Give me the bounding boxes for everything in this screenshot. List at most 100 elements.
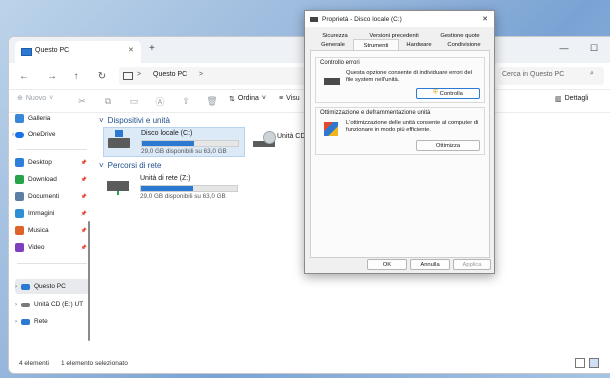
- monitor-icon: [21, 283, 30, 290]
- chevron-right-icon: ›: [15, 318, 17, 325]
- sidebar-item-rete[interactable]: › Rete: [15, 314, 89, 329]
- sidebar-item-onedrive[interactable]: › OneDrive: [12, 127, 89, 142]
- details-button[interactable]: ▥ Dettagli: [555, 95, 588, 103]
- drive-item-z[interactable]: Unità di rete (Z:) 29,0 GB disponibili s…: [103, 173, 243, 201]
- pin-icon[interactable]: 📌: [81, 177, 87, 183]
- minimize-button[interactable]: —: [549, 37, 579, 59]
- tab-row-1: Sicurezza Versioni precedenti Gestione q…: [309, 31, 490, 40]
- sidebar-item-video[interactable]: Video 📌: [15, 240, 89, 255]
- group-description: L'ottimizzazione delle unità consente al…: [346, 120, 479, 133]
- pin-icon[interactable]: 📌: [81, 194, 87, 200]
- download-icon: [15, 175, 24, 184]
- group-description: Questa opzione consente di individuare e…: [346, 70, 472, 83]
- drive-check-icon: [324, 78, 340, 85]
- defrag-icon: [324, 122, 338, 136]
- close-tab-icon[interactable]: ✕: [128, 46, 134, 54]
- divider: [17, 263, 87, 264]
- drive-name: Unità di rete (Z:): [140, 175, 191, 182]
- breadcrumb-separator: >: [199, 71, 204, 78]
- arrow-left-icon[interactable]: ←: [15, 67, 33, 85]
- tab-generale[interactable]: Generale: [313, 40, 353, 49]
- sidebar-item-download[interactable]: Download 📌: [15, 172, 89, 187]
- scrollbar[interactable]: [88, 221, 90, 341]
- music-icon: [15, 226, 24, 235]
- ok-button[interactable]: OK: [367, 259, 407, 270]
- network-drive-icon: [107, 181, 129, 195]
- search-icon: ⌕: [590, 70, 594, 77]
- dialog-title: Proprietà - Disco locale (C:): [322, 15, 402, 23]
- ottimizza-button[interactable]: Ottimizza: [416, 140, 480, 151]
- close-button[interactable]: ✕: [482, 15, 488, 23]
- tab-sicurezza[interactable]: Sicurezza: [315, 31, 355, 40]
- cut-icon[interactable]: ✂: [75, 94, 89, 108]
- sidebar-item-musica[interactable]: Musica 📌: [15, 223, 89, 238]
- tab-questo-pc[interactable]: Questo PC ✕: [15, 41, 141, 63]
- pin-icon[interactable]: 📌: [81, 211, 87, 217]
- sidebar-item-galleria[interactable]: Galleria: [15, 111, 89, 126]
- view-label: Visu: [286, 95, 300, 102]
- drive-usage-fill: [142, 141, 194, 146]
- shield-icon: ⛨: [433, 90, 438, 96]
- sidebar-item-label: Musica: [28, 227, 49, 234]
- drive-free-text: 29,0 GB disponibili su 63,0 GB: [141, 148, 227, 155]
- network-cable-icon: [117, 191, 119, 195]
- drive-item-c[interactable]: Disco locale (C:) 29,0 GB disponibili su…: [103, 127, 245, 157]
- chevron-down-icon: ˅: [261, 95, 266, 102]
- network-icon: [21, 318, 30, 325]
- details-view-icon[interactable]: [575, 358, 585, 368]
- maximize-button[interactable]: ☐: [579, 37, 609, 59]
- monitor-icon: [123, 72, 133, 80]
- applica-button[interactable]: Applica: [453, 259, 491, 270]
- group-title: Controllo errori: [320, 60, 360, 66]
- sidebar-item-unita-cd[interactable]: › Unità CD (E:) UT: [15, 297, 89, 312]
- rename-icon[interactable]: Ⓐ: [153, 94, 167, 108]
- gallery-icon: [15, 114, 24, 123]
- paste-icon[interactable]: ▭: [127, 94, 141, 108]
- details-label: Dettagli: [564, 95, 589, 102]
- group-header-devices[interactable]: ˅ Dispositivi e unità: [99, 116, 170, 125]
- navigation-pane: Galleria › OneDrive Desktop 📌 Download 📌…: [9, 111, 91, 357]
- sort-button[interactable]: ⇅ Ordina ˅: [229, 95, 266, 103]
- new-tab-button[interactable]: +: [149, 43, 155, 54]
- copy-icon[interactable]: ⧉: [101, 94, 115, 108]
- sidebar-item-questo-pc[interactable]: › Questo PC: [15, 279, 89, 294]
- drive-usage-fill: [141, 186, 193, 191]
- tab-title: Questo PC: [35, 47, 70, 54]
- windows-logo-icon: [115, 130, 123, 137]
- monitor-icon: [21, 48, 32, 56]
- refresh-icon[interactable]: ↻: [93, 67, 111, 85]
- sidebar-item-immagini[interactable]: Immagini 📌: [15, 206, 89, 221]
- arrow-up-icon[interactable]: ↑: [67, 67, 85, 85]
- tab-gestione-quote[interactable]: Gestione quote: [433, 31, 487, 40]
- sidebar-item-label: OneDrive: [28, 131, 56, 138]
- sidebar-item-label: Galleria: [28, 115, 51, 122]
- tab-hardware[interactable]: Hardware: [399, 40, 439, 49]
- pin-icon[interactable]: 📌: [81, 245, 87, 251]
- pin-icon[interactable]: 📌: [81, 160, 87, 166]
- selection-count: 1 elemento selezionato: [61, 360, 128, 367]
- document-icon: [15, 192, 24, 201]
- sidebar-item-label: Desktop: [28, 159, 52, 166]
- button-label: Controlla: [439, 90, 463, 97]
- group-header-network[interactable]: ˅ Percorsi di rete: [99, 161, 161, 170]
- pin-icon[interactable]: 📌: [81, 228, 87, 234]
- sidebar-item-documenti[interactable]: Documenti 📌: [15, 189, 89, 204]
- share-icon[interactable]: ⇪: [179, 94, 193, 108]
- sidebar-item-desktop[interactable]: Desktop 📌: [15, 155, 89, 170]
- tab-condivisione[interactable]: Condivisione: [441, 40, 487, 49]
- sort-label: Ordina: [237, 95, 259, 102]
- annulla-button[interactable]: Annulla: [410, 259, 450, 270]
- arrow-right-icon[interactable]: →: [43, 67, 61, 85]
- view-button[interactable]: ≡ Visu: [279, 95, 300, 102]
- delete-icon[interactable]: 🗑: [205, 94, 219, 108]
- tiles-view-icon[interactable]: [589, 358, 599, 368]
- search-input[interactable]: Cerca in Questo PC ⌕: [498, 67, 604, 85]
- chevron-down-icon: ˅: [49, 94, 54, 102]
- drive-usage-bar: [141, 140, 239, 147]
- new-button[interactable]: ⊕ Nuovo ˅: [17, 94, 54, 103]
- breadcrumb-questo-pc[interactable]: Questo PC: [153, 71, 187, 78]
- dialog-title-bar: Proprietà - Disco locale (C:) ✕: [305, 11, 494, 27]
- cloud-icon: [15, 131, 24, 138]
- controlla-button[interactable]: ⛨ Controlla: [416, 88, 480, 99]
- cd-drive-icon: [21, 302, 30, 307]
